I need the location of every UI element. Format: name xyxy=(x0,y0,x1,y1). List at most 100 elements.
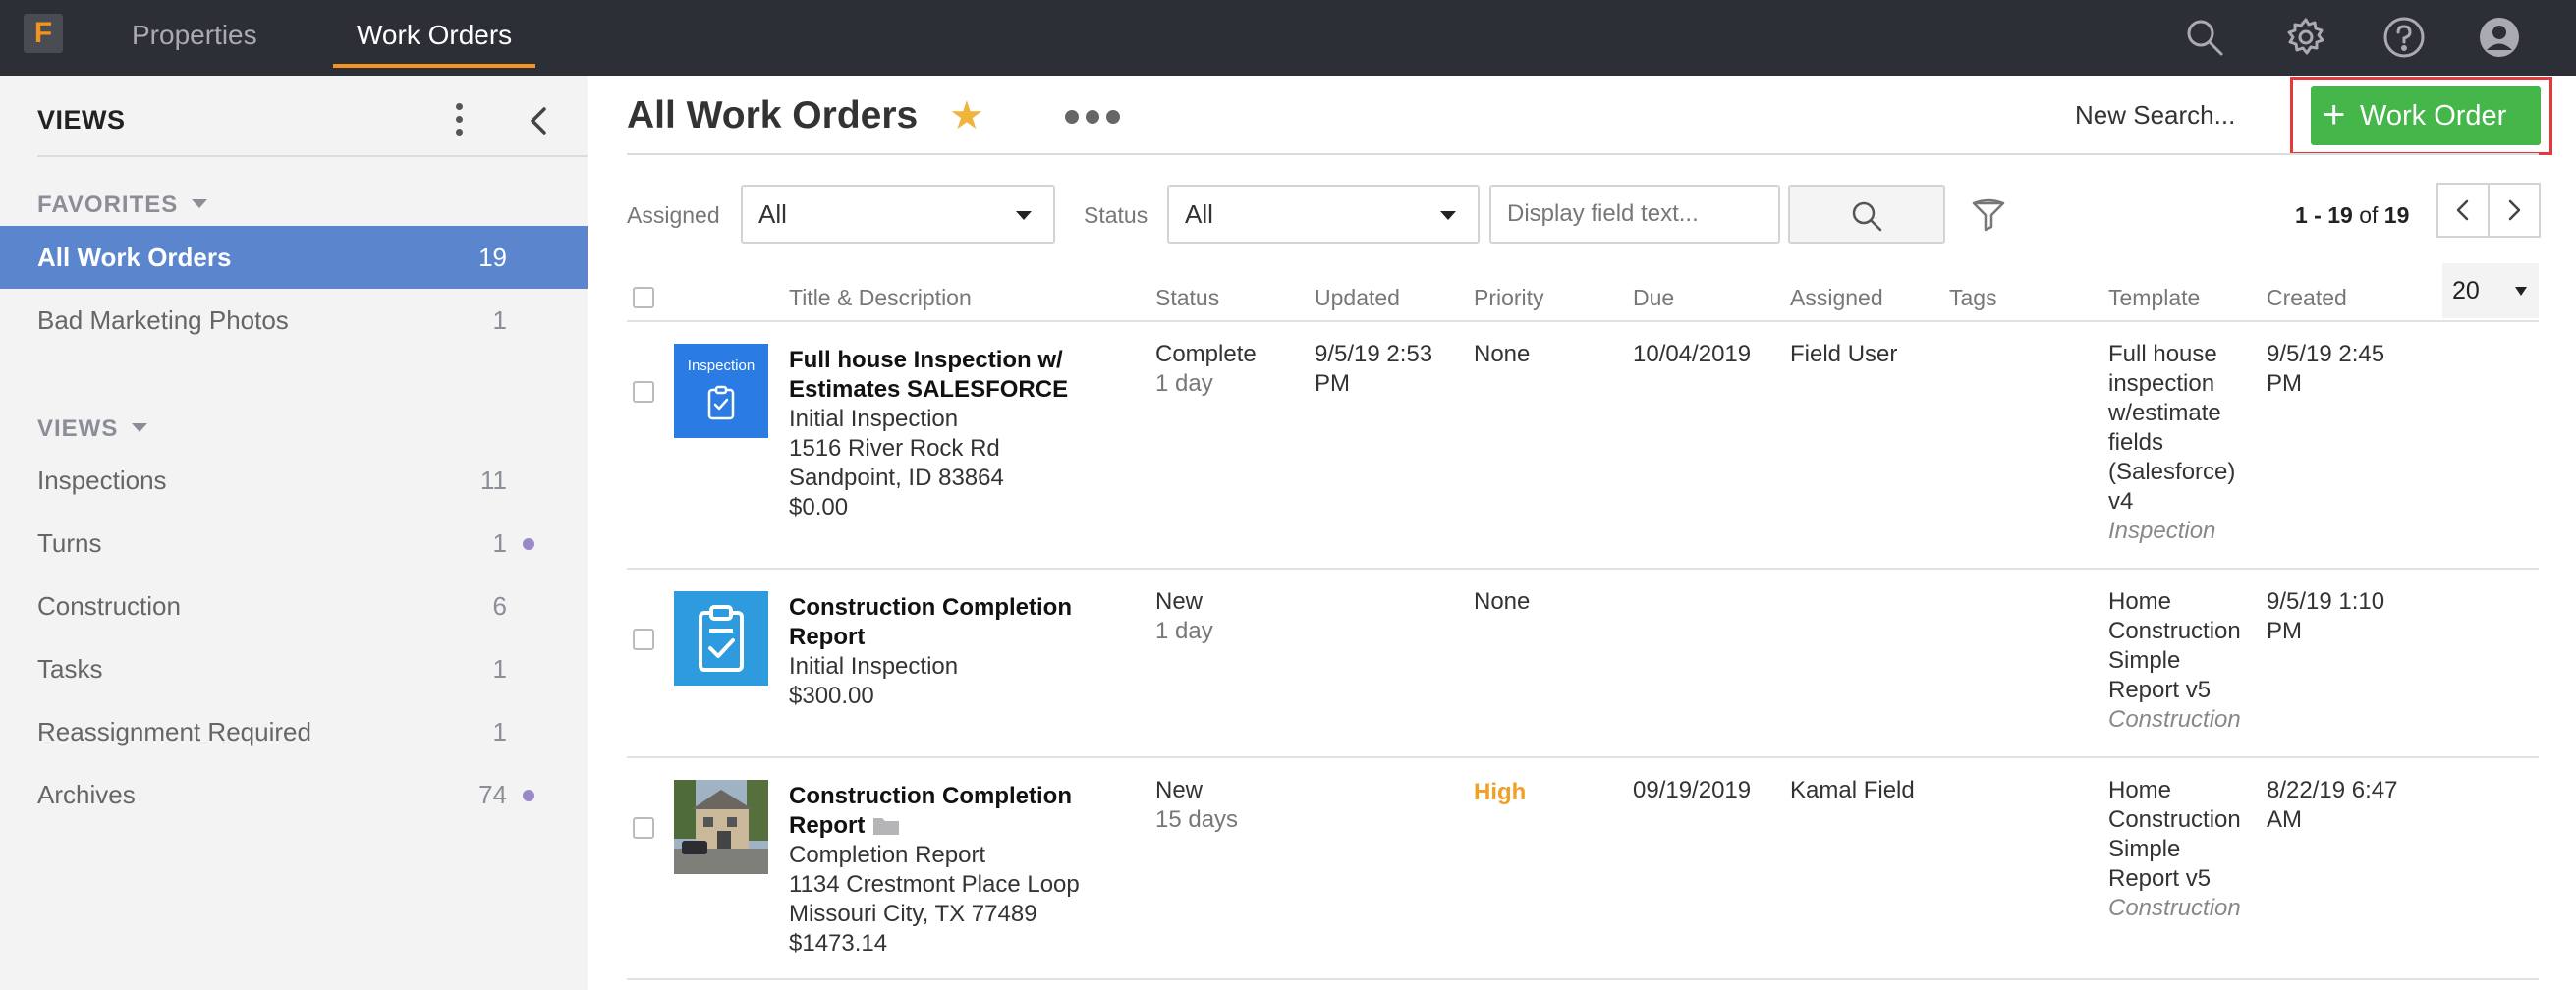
add-work-order-button[interactable]: + Work Order xyxy=(2311,86,2541,145)
item-count: 1 xyxy=(492,528,507,558)
kebab-menu-icon[interactable] xyxy=(447,99,471,142)
table-header-divider xyxy=(627,320,2539,322)
priority-cell: None xyxy=(1474,588,1531,615)
help-icon[interactable] xyxy=(2382,16,2426,59)
new-search-link[interactable]: New Search... xyxy=(2075,98,2235,132)
assigned-filter-label: Assigned xyxy=(627,202,720,228)
search-icon xyxy=(1852,201,1882,232)
status-filter-label: Status xyxy=(1084,202,1148,228)
search-icon[interactable] xyxy=(2183,16,2226,59)
caret-down-icon xyxy=(1440,211,1456,220)
priority-high-badge: High xyxy=(1474,779,1527,805)
row-checkbox[interactable] xyxy=(633,817,654,839)
report-thumbnail[interactable] xyxy=(674,591,768,686)
row-checkbox[interactable] xyxy=(633,381,654,403)
sidebar-item-tasks[interactable]: Tasks 1 xyxy=(0,637,588,700)
work-order-title[interactable]: Construction Completion Report Initial I… xyxy=(789,593,1143,711)
user-icon[interactable] xyxy=(2478,16,2521,59)
select-all-checkbox[interactable] xyxy=(633,287,654,308)
sidebar-title: VIEWS xyxy=(37,105,126,135)
row-divider xyxy=(627,568,2539,570)
column-header-priority[interactable]: Priority xyxy=(1474,283,1544,312)
column-header-status[interactable]: Status xyxy=(1155,283,1219,312)
status-cell: Complete 1 day xyxy=(1155,341,1257,397)
item-count: 6 xyxy=(492,591,507,621)
status-filter-select[interactable]: All xyxy=(1167,185,1480,244)
per-page-select[interactable]: 20 xyxy=(2442,263,2539,318)
status-cell: New 1 day xyxy=(1155,588,1213,644)
priority-cell: None xyxy=(1474,341,1531,367)
favorite-star-icon[interactable]: ★ xyxy=(949,94,984,138)
unread-dot-icon xyxy=(523,538,534,550)
item-count: 1 xyxy=(492,654,507,684)
caret-down-icon xyxy=(2515,287,2527,296)
house-photo-thumbnail[interactable] xyxy=(674,780,768,874)
plus-icon: + xyxy=(2323,93,2346,137)
thumbnail-label: Inspection xyxy=(687,358,756,374)
sidebar-item-reassignment-required[interactable]: Reassignment Required 1 xyxy=(0,700,588,763)
chevron-right-icon xyxy=(2508,199,2521,221)
header-divider xyxy=(627,153,2539,155)
work-order-title[interactable]: Full house Inspection w/ Estimates SALES… xyxy=(789,346,1143,522)
clipboard-icon xyxy=(707,385,735,420)
sidebar-item-archives[interactable]: Archives 74 xyxy=(0,763,588,826)
column-header-template[interactable]: Template xyxy=(2108,283,2200,312)
views-section-toggle[interactable]: VIEWS xyxy=(37,415,148,443)
assigned-filter-select[interactable]: All xyxy=(741,185,1055,244)
row-divider xyxy=(627,978,2539,980)
previous-page-button[interactable] xyxy=(2436,183,2490,238)
chevron-down-icon xyxy=(192,199,208,209)
column-header-due[interactable]: Due xyxy=(1633,283,1674,312)
sidebar-item-construction[interactable]: Construction 6 xyxy=(0,575,588,637)
item-count: 19 xyxy=(478,243,507,272)
collapse-sidebar-icon[interactable] xyxy=(519,101,558,140)
item-count: 74 xyxy=(478,780,507,809)
app-logo[interactable]: F xyxy=(24,14,63,53)
favorites-section-toggle[interactable]: FAVORITES xyxy=(37,192,208,219)
item-count: 11 xyxy=(480,466,507,495)
row-checkbox[interactable] xyxy=(633,629,654,650)
inspection-thumbnail[interactable]: Inspection xyxy=(674,344,768,438)
sidebar-divider xyxy=(37,155,588,157)
due-cell: 09/19/2019 xyxy=(1633,777,1752,803)
item-count: 1 xyxy=(492,717,507,746)
due-cell: 10/04/2019 xyxy=(1633,341,1752,367)
nav-tab-properties[interactable]: Properties xyxy=(132,0,257,76)
assigned-cell: Kamal Field xyxy=(1790,777,1915,803)
gear-icon[interactable] xyxy=(2284,16,2327,59)
column-header-title[interactable]: Title & Description xyxy=(789,283,972,312)
template-cell: Home Construction Simple Report v5 Const… xyxy=(2108,777,2241,921)
house-photo-image xyxy=(674,780,768,874)
views-sidebar: VIEWS FAVORITES All Work Orders 19 Bad M… xyxy=(0,76,588,990)
created-cell: 8/22/19 6:47 AM xyxy=(2267,777,2398,833)
created-cell: 9/5/19 1:10 PM xyxy=(2267,588,2385,644)
status-cell: New 15 days xyxy=(1155,777,1239,833)
caret-down-icon xyxy=(1016,211,1032,220)
column-header-updated[interactable]: Updated xyxy=(1315,283,1400,312)
sidebar-item-bad-marketing-photos[interactable]: Bad Marketing Photos 1 xyxy=(0,289,588,352)
chevron-down-icon xyxy=(132,423,148,433)
more-options-icon[interactable] xyxy=(1065,110,1127,124)
assigned-cell: Field User xyxy=(1790,341,1898,367)
work-order-title[interactable]: Construction Completion Report Completio… xyxy=(789,782,1143,959)
updated-cell: 9/5/19 2:53 PM xyxy=(1315,341,1433,397)
column-header-assigned[interactable]: Assigned xyxy=(1790,283,1883,312)
top-navigation-bar: F Properties Work Orders xyxy=(0,0,2576,76)
template-cell: Full house inspection w/estimate fields … xyxy=(2108,341,2236,544)
search-button[interactable] xyxy=(1788,185,1945,244)
sidebar-item-turns[interactable]: Turns 1 xyxy=(0,512,588,575)
unread-dot-icon xyxy=(523,790,534,801)
nav-tab-work-orders[interactable]: Work Orders xyxy=(332,0,536,76)
next-page-button[interactable] xyxy=(2488,183,2541,238)
display-field-text-input[interactable] xyxy=(1489,185,1780,244)
column-header-tags[interactable]: Tags xyxy=(1949,283,1997,312)
template-cell: Home Construction Simple Report v5 Const… xyxy=(2108,588,2241,733)
column-header-created[interactable]: Created xyxy=(2267,283,2347,312)
item-count: 1 xyxy=(492,305,507,335)
filter-funnel-icon[interactable] xyxy=(1969,194,2008,234)
clipboard-check-icon xyxy=(699,605,744,672)
folder-icon xyxy=(873,817,900,835)
sidebar-item-inspections[interactable]: Inspections 11 xyxy=(0,449,588,512)
sidebar-item-all-work-orders[interactable]: All Work Orders 19 xyxy=(0,226,588,289)
page-title: All Work Orders xyxy=(627,94,919,137)
